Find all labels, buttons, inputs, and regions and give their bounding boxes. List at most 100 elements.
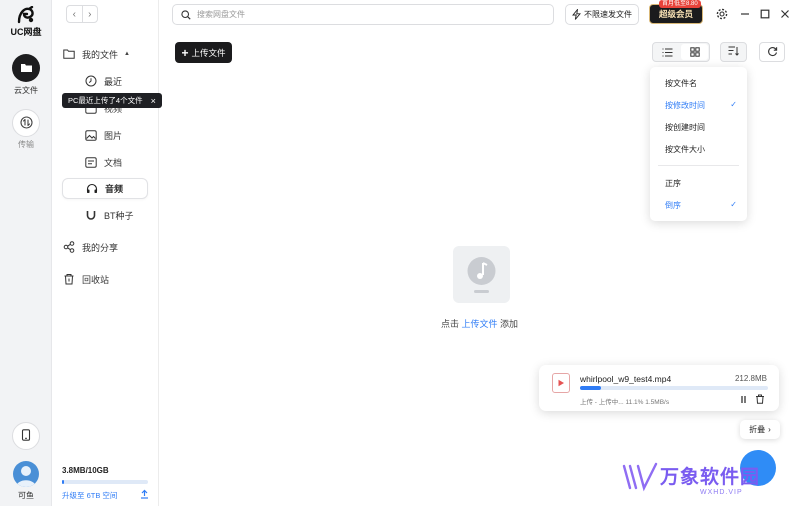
- delete-task-icon[interactable]: [755, 394, 765, 404]
- upload-file-label: 上传文件: [191, 47, 226, 58]
- sidebar-item-images[interactable]: 图片: [62, 125, 148, 145]
- video-file-icon: [552, 373, 570, 393]
- tooltip-close-icon[interactable]: ×: [151, 96, 156, 106]
- empty-state-text: 点击 上传文件 添加: [441, 317, 518, 330]
- collapse-label: 折叠: [749, 425, 766, 434]
- order-descending[interactable]: 倒序 ✓: [665, 200, 737, 211]
- sidebar-item-label: 图片: [104, 130, 123, 141]
- sidebar: ‹ › 我的文件 ▲ 最近 视频 图片 文档 音频 BT种子 我的分享 回收站 …: [52, 0, 159, 506]
- caret-up-icon[interactable]: ▲: [124, 51, 130, 57]
- watermark: 万象软件园 WXHD.VIP: [622, 462, 790, 502]
- check-icon: ✓: [730, 200, 737, 209]
- sidebar-item-label: BT种子: [104, 210, 134, 221]
- sidebar-item-my-share[interactable]: 我的分享: [62, 237, 148, 257]
- clock-icon: [84, 74, 98, 88]
- refresh-button[interactable]: [759, 42, 785, 62]
- plus-icon: +: [181, 45, 189, 60]
- sort-button[interactable]: [720, 42, 747, 62]
- storage-bar: [62, 480, 148, 484]
- sort-option-label: 按创建时间: [665, 123, 705, 132]
- sidebar-item-label: 我的分享: [82, 242, 119, 253]
- folder-icon: [20, 62, 33, 75]
- sidebar-item-label: 我的文件: [82, 49, 119, 60]
- sort-option-label: 按修改时间: [665, 101, 705, 110]
- dropdown-divider: [658, 165, 739, 166]
- list-view-icon[interactable]: [654, 44, 681, 60]
- app-logo: UC网盘: [6, 5, 46, 38]
- fast-send-label: 不限速发文件: [584, 10, 632, 19]
- search-box[interactable]: 搜索网盘文件: [172, 4, 554, 25]
- order-option-label: 倒序: [665, 201, 681, 210]
- pause-icon[interactable]: [739, 395, 748, 404]
- check-icon: ✓: [730, 100, 737, 109]
- rail-cloud-files-label: 云文件: [14, 86, 38, 95]
- sort-option-label: 按文件名: [665, 79, 697, 88]
- device-button[interactable]: [12, 422, 40, 450]
- back-arrow-icon[interactable]: ‹: [67, 6, 82, 22]
- refresh-icon: [767, 46, 778, 59]
- sidebar-item-my-files[interactable]: 我的文件 ▲: [62, 44, 148, 64]
- lightning-icon: [572, 9, 581, 20]
- sort-by-size[interactable]: 按文件大小: [665, 144, 737, 155]
- rail-cloud-files-button[interactable]: [12, 54, 40, 82]
- sidebar-item-audio[interactable]: 音频: [62, 178, 148, 199]
- left-rail: UC网盘 云文件 传输 可鱼: [0, 0, 52, 506]
- sidebar-item-recycle[interactable]: 回收站: [62, 269, 148, 289]
- upload-status-text: 上传 - 上传中... 11.1% 1.5MB/s: [580, 399, 670, 406]
- upgrade-arrow-icon[interactable]: [140, 489, 149, 499]
- image-icon: [84, 128, 98, 142]
- tooltip-text: PC最近上传了4个文件: [68, 96, 143, 105]
- logo-text: UC网盘: [10, 27, 42, 37]
- empty-audio-illustration: [453, 246, 510, 303]
- sort-dropdown: 按文件名 按修改时间 ✓ 按创建时间 按文件大小 正序 倒序 ✓: [650, 67, 747, 221]
- watermark-sub: WXHD.VIP: [700, 489, 743, 496]
- avatar[interactable]: [13, 461, 39, 487]
- document-icon: [84, 155, 98, 169]
- folder-outline-icon: [62, 47, 76, 61]
- chevron-right-icon: ›: [768, 425, 771, 434]
- rail-transfer-button[interactable]: [12, 109, 40, 137]
- sidebar-item-recent[interactable]: 最近: [62, 71, 148, 91]
- sidebar-item-documents[interactable]: 文档: [62, 152, 148, 172]
- maximize-icon[interactable]: [758, 7, 772, 21]
- order-option-label: 正序: [665, 179, 681, 188]
- settings-gear-icon[interactable]: [715, 7, 729, 21]
- collapse-button[interactable]: 折叠 ›: [740, 420, 780, 439]
- upload-file-button[interactable]: + 上传文件: [175, 42, 232, 63]
- empty-suffix: 添加: [497, 319, 519, 329]
- upload-progress-fill: [580, 386, 601, 390]
- close-icon[interactable]: [778, 7, 792, 21]
- upload-file-name: whirlpool_w9_test4.mp4: [580, 374, 672, 384]
- sidebar-item-label: 最近: [104, 76, 123, 87]
- sort-icon: [728, 46, 739, 58]
- order-ascending[interactable]: 正序: [665, 178, 737, 189]
- sort-by-modified[interactable]: 按修改时间 ✓: [665, 100, 737, 111]
- watermark-title: 万象软件园: [660, 467, 761, 488]
- recent-upload-tooltip: PC最近上传了4个文件 ×: [62, 93, 162, 108]
- transfer-icon: [19, 115, 33, 131]
- share-icon: [62, 240, 76, 254]
- headphones-icon: [85, 182, 99, 196]
- sort-by-name[interactable]: 按文件名: [665, 78, 737, 89]
- fast-send-button[interactable]: 不限速发文件: [565, 4, 639, 25]
- user-name: 可鱼: [18, 491, 34, 500]
- sidebar-item-bt[interactable]: BT种子: [62, 205, 148, 225]
- search-icon: [181, 9, 191, 20]
- vip-promo-badge: 首月低至8.80: [659, 0, 701, 8]
- upload-task-card: whirlpool_w9_test4.mp4 212.8MB 上传 - 上传中.…: [539, 365, 779, 411]
- sidebar-item-label: 音频: [105, 184, 124, 194]
- minimize-icon[interactable]: [738, 7, 752, 21]
- uc-logo-icon: [15, 5, 37, 24]
- forward-arrow-icon[interactable]: ›: [81, 6, 98, 22]
- empty-prefix: 点击: [441, 319, 462, 329]
- trash-icon: [62, 272, 76, 286]
- upgrade-link[interactable]: 升级至 6TB 空间: [62, 490, 117, 501]
- storage-bar-fill: [62, 480, 64, 484]
- sort-by-created[interactable]: 按创建时间: [665, 122, 737, 133]
- empty-upload-link[interactable]: 上传文件: [462, 319, 498, 329]
- sort-option-label: 按文件大小: [665, 145, 705, 154]
- sidebar-item-label: 文档: [104, 157, 123, 168]
- grid-view-icon[interactable]: [681, 44, 708, 60]
- rail-transfer-label: 传输: [18, 140, 34, 149]
- upload-file-size: 212.8MB: [734, 374, 767, 383]
